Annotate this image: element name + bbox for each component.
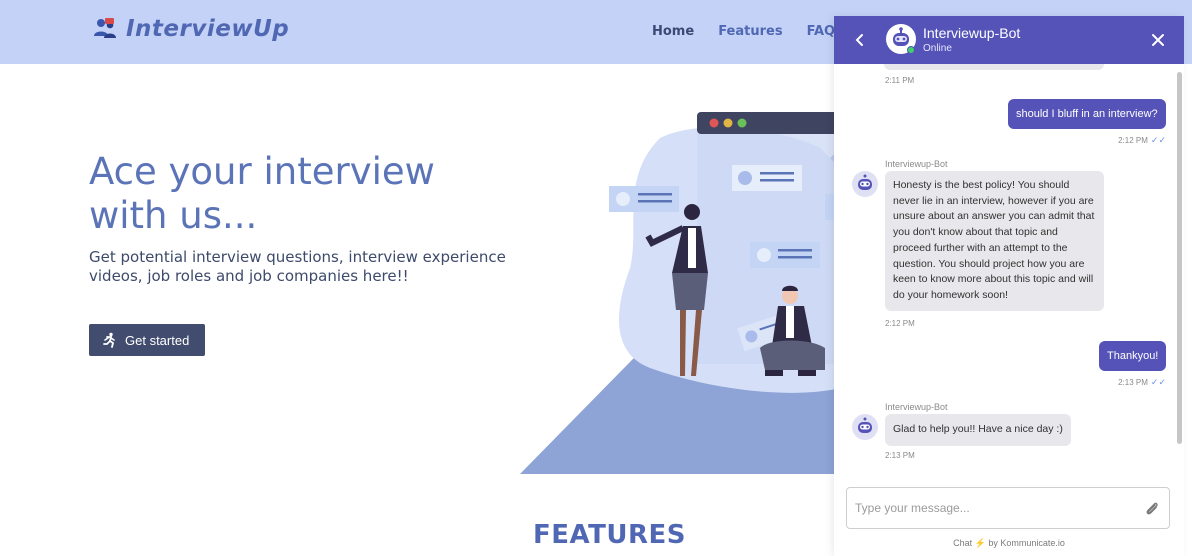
- bolt-icon: ⚡: [974, 538, 986, 548]
- bot-name: Interviewup-Bot: [923, 25, 1021, 41]
- double-check-icon: ✓✓: [1150, 377, 1166, 387]
- close-button[interactable]: [1146, 28, 1170, 52]
- brand-name: InterviewUp: [126, 16, 290, 42]
- page: InterviewUp Home Features FAQs Ace your …: [0, 0, 1192, 556]
- message-sender: Interviewup-Bot: [885, 159, 948, 169]
- nav-links: Home Features FAQs: [652, 24, 843, 39]
- runner-icon: [103, 332, 115, 348]
- message-timestamp: 2:13 PM: [885, 451, 915, 460]
- back-arrow-icon: [855, 34, 863, 46]
- hero-illustration: [520, 112, 840, 474]
- users-icon: [94, 18, 116, 38]
- message-time: 2:12 PM: [1118, 136, 1148, 145]
- message-timestamp: 2:13 PM ✓✓: [1118, 377, 1166, 388]
- back-button[interactable]: [848, 28, 872, 52]
- message-input-box: [846, 487, 1170, 529]
- brand[interactable]: InterviewUp: [92, 16, 289, 42]
- nav-home-link[interactable]: Home: [652, 24, 694, 39]
- bot-avatar-icon: [852, 414, 878, 440]
- user-message: Thankyou!: [1099, 341, 1167, 371]
- message-timestamp: 2:12 PM ✓✓: [1118, 135, 1166, 146]
- bot-status: Online: [923, 43, 952, 54]
- chat-messages[interactable]: 2:11 PM should I bluff in an interview? …: [834, 64, 1184, 484]
- powered-suffix: by Kommunicate.io: [988, 538, 1065, 548]
- powered-by[interactable]: Chat ⚡ by Kommunicate.io: [834, 538, 1184, 549]
- chat-widget: Interviewup-Bot Online 2:11 PM should I …: [834, 16, 1184, 556]
- hero-subtitle: Get potential interview questions, inter…: [89, 248, 506, 285]
- get-started-button[interactable]: Get started: [89, 324, 205, 356]
- nav-features-link[interactable]: Features: [718, 24, 782, 39]
- bot-message: Glad to help you!! Have a nice day :): [885, 414, 1071, 446]
- user-message: should I bluff in an interview?: [1008, 99, 1166, 129]
- online-status-dot: [907, 46, 915, 54]
- chat-scrollbar[interactable]: [1177, 72, 1182, 444]
- previous-message-bubble: [884, 64, 1104, 70]
- message-sender: Interviewup-Bot: [885, 402, 948, 412]
- get-started-label: Get started: [125, 332, 190, 348]
- message-timestamp: 2:12 PM: [885, 319, 915, 328]
- message-time: 2:13 PM: [1118, 378, 1148, 387]
- bot-avatar-icon: [852, 171, 878, 197]
- close-icon: [1152, 34, 1164, 46]
- double-check-icon: ✓✓: [1150, 135, 1166, 145]
- bot-message: Honesty is the best policy! You should n…: [885, 171, 1104, 311]
- hero-title-line2: with us...: [89, 194, 258, 237]
- attach-icon[interactable]: [1143, 500, 1161, 518]
- message-input[interactable]: [855, 498, 1135, 518]
- powered-prefix: Chat: [953, 538, 973, 548]
- hero-title: Ace your interview with us...: [89, 150, 529, 238]
- features-heading: FEATURES: [533, 520, 686, 550]
- message-timestamp: 2:11 PM: [885, 76, 915, 85]
- hero-title-line1: Ace your interview: [89, 150, 435, 193]
- chat-header: Interviewup-Bot Online: [834, 16, 1184, 64]
